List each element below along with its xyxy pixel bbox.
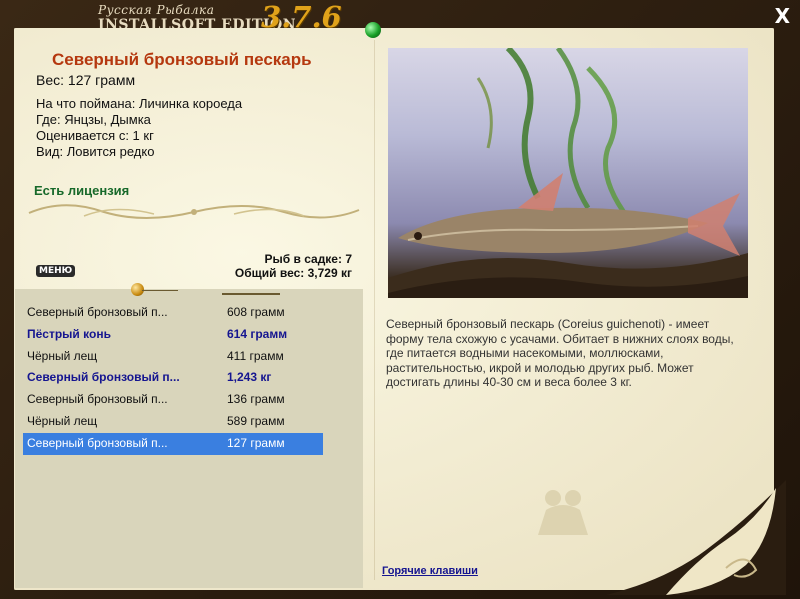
catch-weight: 589 грамм	[227, 413, 285, 428]
page-divider	[374, 40, 375, 580]
catch-row[interactable]: Пёстрый конь 614 грамм	[23, 324, 323, 346]
hotkeys-link[interactable]: Горячие клавиши	[382, 565, 478, 577]
fish-photo-art	[388, 48, 748, 298]
catch-name: Северный бронзовый п...	[27, 305, 168, 319]
catch-weight: 608 грамм	[227, 305, 285, 319]
catch-name: Чёрный лещ	[27, 413, 98, 428]
catch-name: Северный бронзовый п...	[27, 392, 168, 407]
fish-description: Северный бронзовый пескарь (Coreius guic…	[386, 317, 734, 389]
catch-weight: 614 грамм	[227, 326, 288, 341]
catch-name: Пёстрый конь	[27, 326, 111, 341]
fish-name: Северный бронзовый пескарь	[52, 50, 312, 69]
fish-bait: На что поймана: Личинка короеда	[36, 96, 243, 111]
catch-weight: 127 грамм	[227, 435, 285, 450]
catch-weight: 1,243 кг	[227, 370, 272, 385]
catch-weight: 136 грамм	[227, 392, 285, 407]
catch-row[interactable]: Северный бронзовый п... 1,243 кг	[23, 367, 323, 389]
fish-in-keepnet: Рыб в садке: 7	[264, 252, 352, 266]
catch-row[interactable]: Северный бронзовый п... 608 грамм	[23, 302, 323, 324]
catch-row[interactable]: Северный бронзовый п... 136 грамм	[23, 389, 323, 411]
menu-button[interactable]: МЕНЮ	[36, 265, 76, 277]
catch-row[interactable]: Чёрный лещ 411 грамм	[23, 346, 323, 368]
catch-stats: Рыб в садке: 7 Общий вес: 3,729 кг	[200, 252, 352, 280]
catch-row[interactable]: Северный бронзовый п... 127 грамм	[23, 432, 323, 455]
pin-line	[142, 290, 178, 291]
pin-line	[222, 293, 280, 295]
catch-row[interactable]: Чёрный лещ 589 грамм	[23, 411, 323, 433]
ornament	[28, 204, 360, 219]
page-curl	[606, 480, 786, 595]
fish-weight: Вес: 127 грамм	[36, 72, 136, 88]
license-status: Есть лицензия	[34, 183, 130, 198]
close-icon[interactable]: X	[775, 4, 790, 28]
catch-name: Северный бронзовый п...	[27, 370, 180, 385]
catch-name: Чёрный лещ	[27, 348, 98, 363]
catch-name: Северный бронзовый п...	[27, 435, 168, 450]
fish-valued: Оценивается с: 1 кг	[36, 128, 154, 143]
catch-list: Северный бронзовый п... 608 грамм Пёстрый…	[23, 302, 323, 455]
total-weight: Общий вес: 3,729 кг	[234, 266, 352, 280]
fish-location: Где: Янцзы, Дымка	[36, 112, 151, 127]
fish-photo	[388, 48, 748, 298]
watermark-icon	[538, 490, 588, 535]
catch-weight: 411 грамм	[227, 348, 284, 363]
green-pin-icon	[365, 22, 381, 38]
fish-kind: Вид: Ловится редко	[36, 144, 155, 159]
